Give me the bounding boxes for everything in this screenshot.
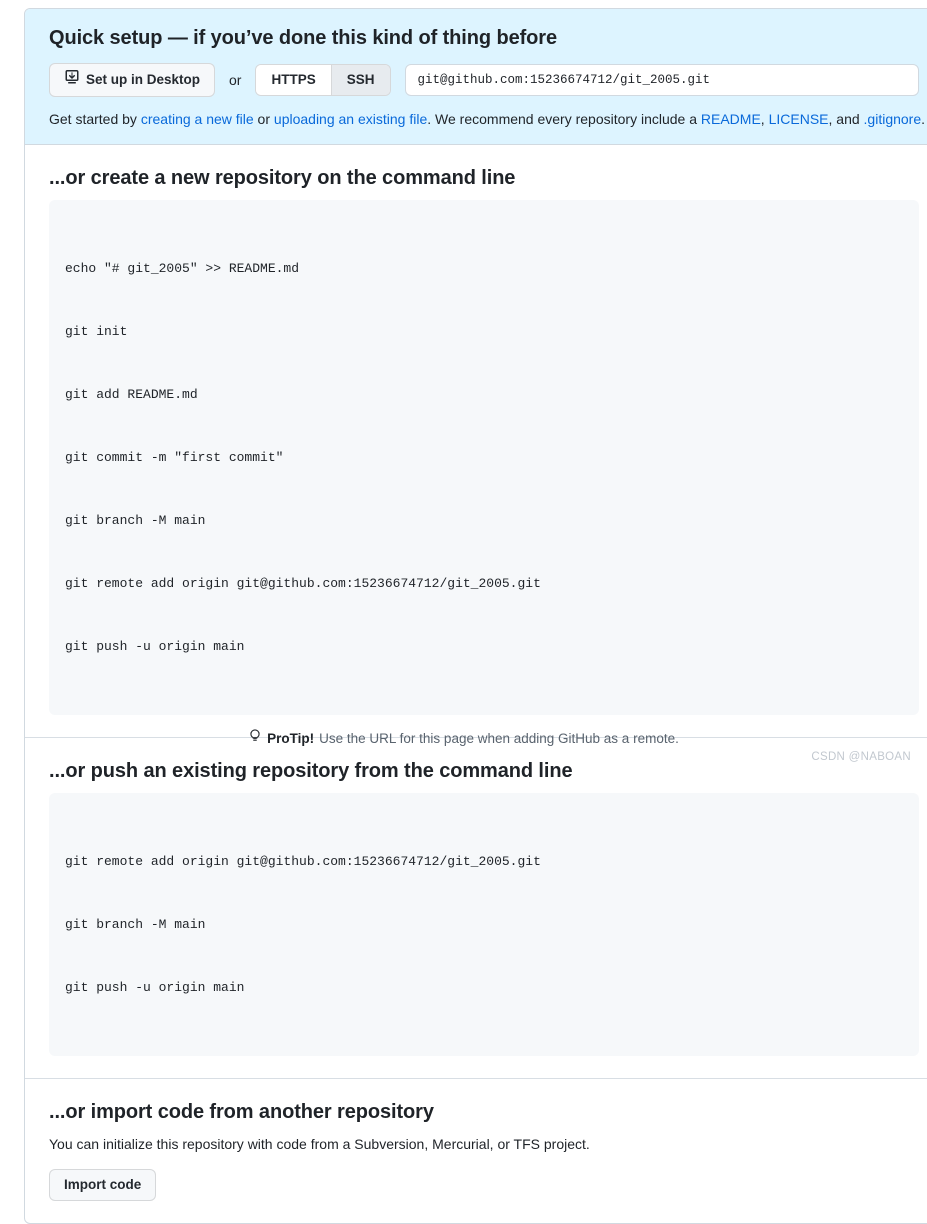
code-line: echo "# git_2005" >> README.md bbox=[65, 261, 300, 276]
import-code-section: ...or import code from another repositor… bbox=[25, 1079, 927, 1223]
repository-quick-setup-page: Quick setup — if you’ve done this kind o… bbox=[0, 0, 927, 1224]
protocol-ssh-button[interactable]: SSH bbox=[331, 65, 390, 95]
get-started-sep1: , bbox=[760, 111, 769, 127]
protocol-toggle-group: HTTPS SSH bbox=[255, 64, 391, 96]
protip-inner: ProTip! Use the URL for this page when a… bbox=[248, 728, 679, 750]
setup-controls-row: Set up in Desktop or HTTPS SSH bbox=[49, 63, 919, 97]
link-uploading-an-existing-file[interactable]: uploading an existing file bbox=[274, 111, 427, 127]
push-repository-title: ...or push an existing repository from t… bbox=[49, 760, 573, 782]
create-repository-title: ...or create a new repository on the com… bbox=[49, 167, 516, 189]
link-gitignore[interactable]: .gitignore bbox=[864, 111, 922, 127]
remote-url-input[interactable] bbox=[404, 64, 919, 96]
code-line: git push -u origin main bbox=[65, 980, 245, 995]
import-code-button[interactable]: Import code bbox=[49, 1169, 157, 1201]
get-started-mid: or bbox=[253, 111, 274, 127]
push-repository-section: ...or push an existing repository from t… bbox=[25, 738, 927, 1079]
or-label: or bbox=[229, 72, 242, 88]
code-line: git push -u origin main bbox=[65, 639, 245, 654]
code-line: git branch -M main bbox=[65, 917, 206, 932]
code-line: git remote add origin git@github.com:152… bbox=[65, 576, 541, 591]
import-code-description: You can initialize this repository with … bbox=[49, 1136, 590, 1152]
page-title: Quick setup — if you’ve done this kind o… bbox=[49, 27, 557, 49]
quick-setup-panel: Quick setup — if you’ve done this kind o… bbox=[24, 8, 927, 1224]
get-started-prefix: Get started by bbox=[49, 111, 141, 127]
get-started-sep2: , and bbox=[828, 111, 864, 127]
set-up-in-desktop-label: Set up in Desktop bbox=[86, 72, 201, 87]
set-up-in-desktop-button[interactable]: Set up in Desktop bbox=[49, 63, 216, 97]
protip-label: ProTip! bbox=[267, 731, 315, 746]
push-repository-code-block[interactable]: git remote add origin git@github.com:152… bbox=[49, 793, 919, 1056]
code-line: git remote add origin git@github.com:152… bbox=[65, 854, 541, 869]
code-line: git branch -M main bbox=[65, 513, 206, 528]
get-started-after: . We recommend every repository include … bbox=[427, 111, 701, 127]
protip-text: Use the URL for this page when adding Gi… bbox=[319, 731, 679, 746]
protip-footer: ProTip! Use the URL for this page when a… bbox=[0, 728, 927, 750]
create-repository-section: ...or create a new repository on the com… bbox=[25, 145, 927, 738]
desktop-download-icon bbox=[64, 69, 80, 91]
link-readme[interactable]: README bbox=[701, 111, 761, 127]
create-repository-code-block[interactable]: echo "# git_2005" >> README.md git init … bbox=[49, 200, 919, 715]
import-code-title: ...or import code from another repositor… bbox=[49, 1101, 434, 1123]
code-line: git add README.md bbox=[65, 387, 198, 402]
get-started-text: Get started by creating a new file or up… bbox=[49, 109, 925, 130]
link-license[interactable]: LICENSE bbox=[769, 111, 829, 127]
get-started-end: . bbox=[921, 111, 926, 127]
quick-setup-header: Quick setup — if you’ve done this kind o… bbox=[25, 9, 927, 145]
link-creating-a-new-file[interactable]: creating a new file bbox=[141, 111, 254, 127]
code-line: git init bbox=[65, 324, 128, 339]
code-line: git commit -m "first commit" bbox=[65, 450, 284, 465]
watermark: CSDN @NABOAN bbox=[811, 751, 911, 763]
lightbulb-icon bbox=[248, 728, 262, 750]
protocol-https-button[interactable]: HTTPS bbox=[256, 65, 331, 95]
